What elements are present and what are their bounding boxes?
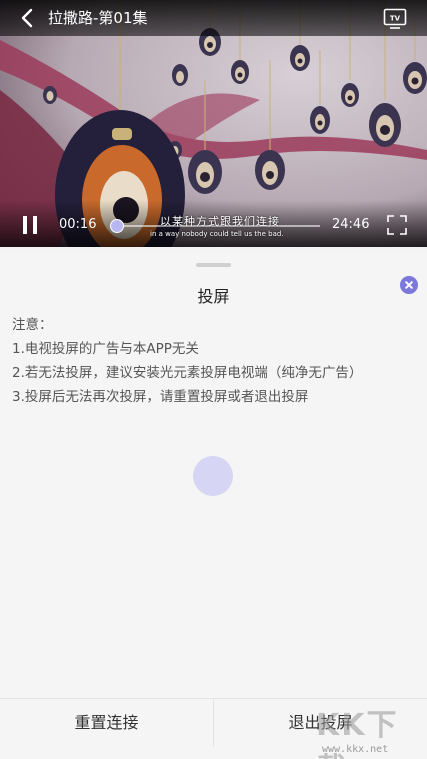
current-time: 00:16 [59, 217, 97, 232]
subtitle-english: in a way nobody could tell us the bad. [150, 230, 284, 238]
loading-spinner [193, 456, 233, 496]
video-title: 拉撒路-第01集 [48, 9, 148, 27]
notice-item: 2.若无法投屏，建议安装光元素投屏电视端（纯净无广告） [12, 365, 363, 381]
notice-list: 注意： 1.电视投屏的广告与本APP无关 2.若无法投屏，建议安装光元素投屏电视… [12, 313, 417, 409]
subtitle-chinese: 以某种方式跟我们连接 [160, 215, 280, 228]
cast-panel: 投屏 注意： 1.电视投屏的广告与本APP无关 2.若无法投屏，建议安装光元素投… [0, 251, 427, 759]
panel-title: 投屏 [197, 287, 230, 306]
notice-heading: 注意： [12, 317, 53, 333]
close-icon[interactable] [400, 276, 418, 294]
svg-text:TV: TV [390, 15, 401, 23]
pause-icon[interactable] [22, 216, 38, 234]
back-icon[interactable] [18, 8, 38, 28]
notice-item: 3.投屏后无法再次投屏，请重置投屏或者退出投屏 [12, 389, 309, 405]
notice-item: 1.电视投屏的广告与本APP无关 [12, 341, 199, 357]
tv-cast-icon[interactable]: TV [383, 8, 407, 30]
seek-thumb[interactable] [110, 219, 125, 233]
sheet-handle[interactable] [196, 263, 231, 267]
watermark: KK下载 www.kkx.net [310, 700, 425, 759]
reset-connection-button[interactable]: 重置连接 [0, 699, 213, 759]
player-top-bar: 拉撒路-第01集 TV [0, 0, 427, 36]
video-player[interactable]: 拉撒路-第01集 TV 00:16 24:46 以某种方式跟我们连接 in a … [0, 0, 427, 247]
fullscreen-icon[interactable] [387, 215, 407, 235]
watermark-url: www.kkx.net [322, 744, 389, 755]
total-time: 24:46 [332, 217, 370, 232]
